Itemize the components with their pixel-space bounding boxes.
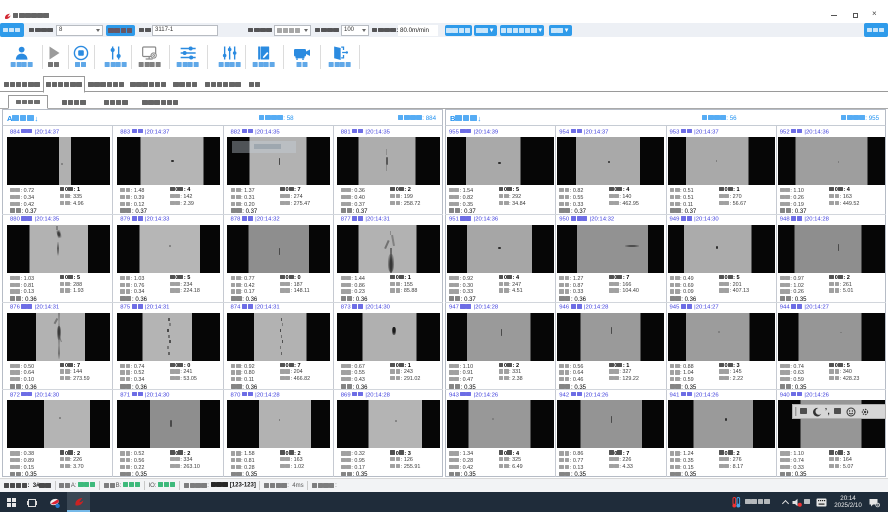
svg-text:6: 6	[877, 503, 879, 507]
